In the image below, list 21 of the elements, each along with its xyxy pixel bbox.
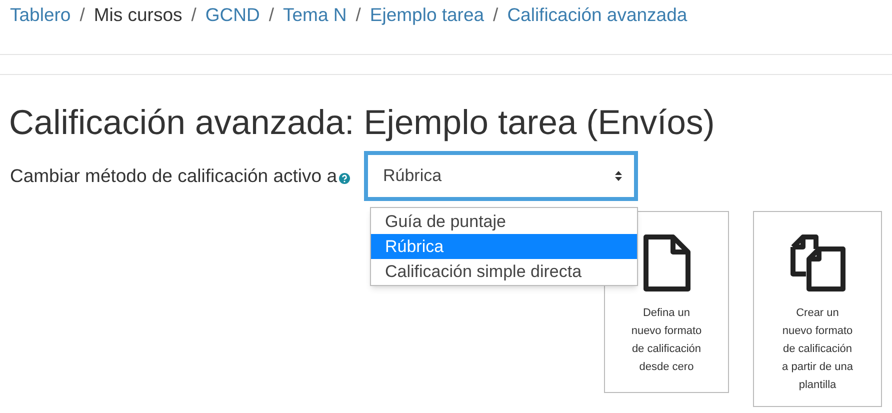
- breadcrumb-separator: /: [191, 3, 196, 28]
- template-card[interactable]: Defina un nuevo formato de calificación desde cero: [604, 211, 729, 393]
- dropdown-option[interactable]: Rúbrica: [371, 234, 637, 259]
- page-heading: Calificación avanzada: Ejemplo tarea (Envíos): [9, 103, 716, 143]
- copy-documents-icon: [790, 234, 846, 292]
- breadcrumb-separator: /: [268, 3, 274, 28]
- breadcrumb-link[interactable]: Calificación avanzada: [507, 1, 688, 29]
- document-icon: [642, 234, 690, 292]
- breadcrumb-item: Mis cursos: [94, 3, 182, 28]
- method-select[interactable]: Rúbrica: [364, 151, 638, 201]
- breadcrumb-link[interactable]: Tema N: [283, 1, 347, 29]
- help-icon: [339, 172, 350, 184]
- breadcrumb-separator: /: [80, 3, 85, 28]
- breadcrumb-separator: /: [356, 3, 361, 28]
- field-label: Cambiar método de calificación activo a: [10, 164, 337, 188]
- breadcrumb-link[interactable]: Ejemplo tarea: [370, 1, 484, 29]
- breadcrumb-separator: /: [493, 3, 498, 28]
- template-card[interactable]: Crear un nuevo formato de calificación a partir de una plantilla: [753, 211, 882, 407]
- sort-caret-icon: [615, 171, 622, 181]
- breadcrumb-link[interactable]: GCND: [205, 1, 260, 29]
- breadcrumb-link[interactable]: Tablero: [10, 1, 71, 29]
